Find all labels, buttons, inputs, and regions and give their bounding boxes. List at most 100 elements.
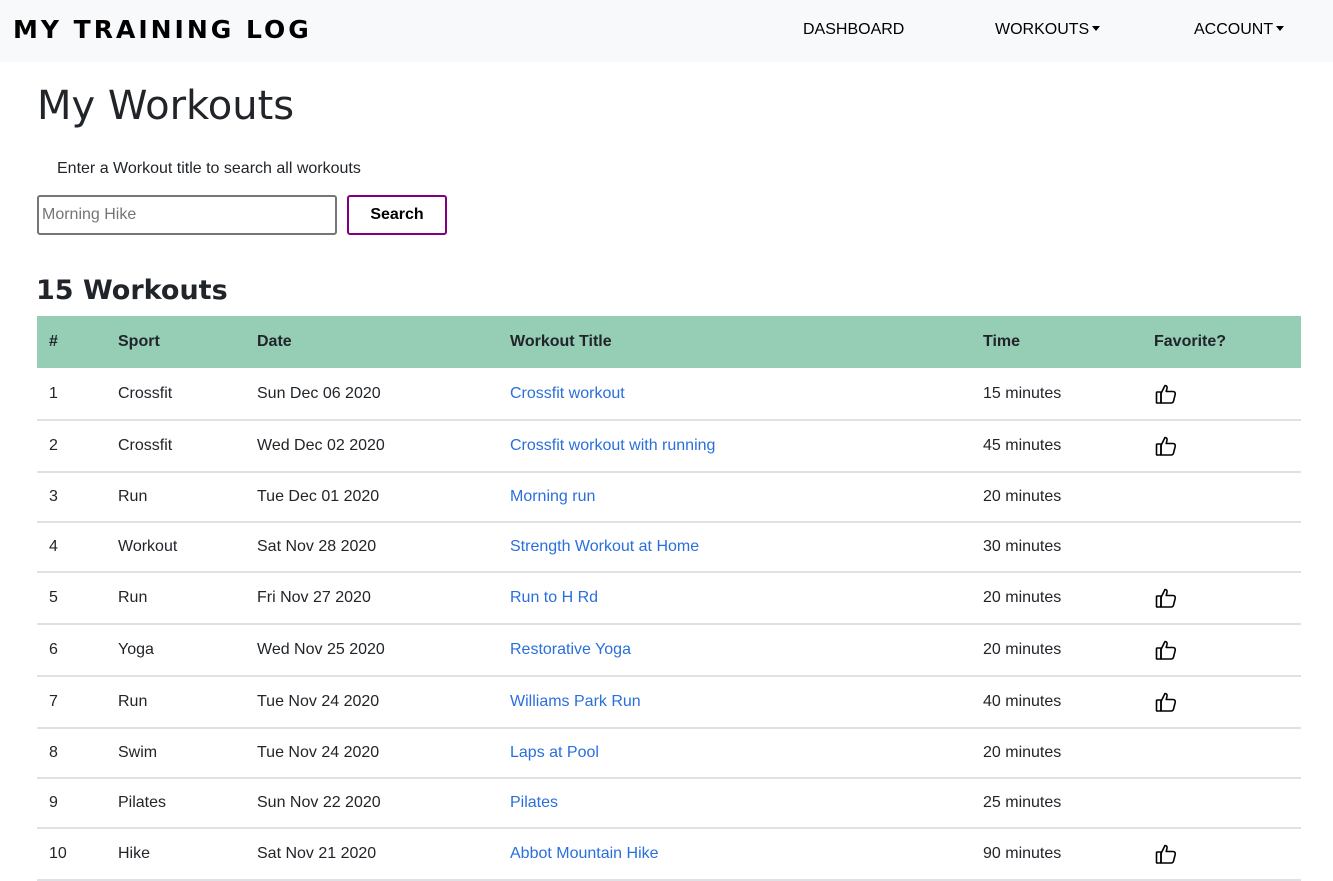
top-navbar: MY TRAINING LOG DASHBOARD WORKOUTS ACCOU… <box>0 0 1333 62</box>
cell-sport: Run <box>106 572 245 625</box>
cell-number: 4 <box>37 522 106 573</box>
cell-title: Pilates <box>498 778 971 829</box>
table-header: # Sport Date Workout Title Time Favorite… <box>37 316 1301 368</box>
thumbs-up-icon[interactable] <box>1154 690 1178 714</box>
workout-title-link[interactable]: Restorative Yoga <box>510 641 631 658</box>
cell-title: Crossfit workout with running <box>498 420 971 473</box>
nav-account-label: ACCOUNT <box>1194 21 1274 38</box>
cell-number: 9 <box>37 778 106 829</box>
cell-sport: Crossfit <box>106 368 245 421</box>
thumbs-up-icon[interactable] <box>1154 586 1178 610</box>
table-row: 8 Swim Tue Nov 24 2020 Laps at Pool 20 minut… <box>37 728 1301 779</box>
cell-favorite <box>1142 472 1301 523</box>
search-button[interactable]: Search <box>347 195 447 235</box>
cell-sport: Hike <box>106 828 245 881</box>
workout-title-link[interactable]: Crossfit workout <box>510 385 625 402</box>
thumbs-up-icon[interactable] <box>1154 382 1178 406</box>
workout-title-link[interactable]: Run to H Rd <box>510 589 598 606</box>
thumbs-up-icon[interactable] <box>1154 638 1178 662</box>
cell-title: Restorative Yoga <box>498 624 971 677</box>
table-row: 6 Yoga Wed Nov 25 2020 Restorative Yoga 20 m… <box>37 624 1301 677</box>
cell-date: Tue Dec 01 2020 <box>245 472 498 523</box>
table-row: 10 Hike Sat Nov 21 2020 Abbot Mountain Hike… <box>37 828 1301 881</box>
column-header-date: Date <box>257 333 292 350</box>
workout-title-link[interactable]: Laps at Pool <box>510 744 599 761</box>
cell-favorite <box>1142 522 1301 573</box>
cell-time: 45 minutes <box>971 420 1142 473</box>
cell-time: 20 minutes <box>971 572 1142 625</box>
cell-time: 20 minutes <box>971 472 1142 523</box>
cell-sport: Swim <box>106 728 245 779</box>
cell-sport: Crossfit <box>106 420 245 473</box>
workout-title-link[interactable]: Abbot Mountain Hike <box>510 845 659 862</box>
cell-title: Strength Workout at Home <box>498 522 971 573</box>
cell-time: 15 minutes <box>971 368 1142 421</box>
cell-favorite <box>1142 368 1301 421</box>
caret-down-icon <box>1092 26 1101 31</box>
table-body: 1 Crossfit Sun Dec 06 2020 Crossfit workout… <box>37 368 1301 881</box>
cell-favorite <box>1142 828 1301 881</box>
cell-sport: Run <box>106 676 245 729</box>
column-header-number: # <box>49 333 58 350</box>
thumbs-up-icon[interactable] <box>1154 842 1178 866</box>
cell-sport: Run <box>106 472 245 523</box>
cell-sport: Pilates <box>106 778 245 829</box>
cell-time: 25 minutes <box>971 778 1142 829</box>
nav-dashboard[interactable]: DASHBOARD <box>803 20 904 40</box>
table-row: 5 Run Fri Nov 27 2020 Run to H Rd 20 minutes <box>37 572 1301 625</box>
cell-favorite <box>1142 778 1301 829</box>
cell-date: Sun Dec 06 2020 <box>245 368 498 421</box>
cell-number: 5 <box>37 572 106 625</box>
table-row: 3 Run Tue Dec 01 2020 Morning run 20 minutes <box>37 472 1301 523</box>
cell-time: 40 minutes <box>971 676 1142 729</box>
workout-title-link[interactable]: Morning run <box>510 488 595 505</box>
column-header-title: Workout Title <box>510 333 612 350</box>
cell-favorite <box>1142 624 1301 677</box>
caret-down-icon <box>1276 26 1285 31</box>
nav-dashboard-label: DASHBOARD <box>803 21 905 38</box>
cell-date: Wed Dec 02 2020 <box>245 420 498 473</box>
table-row: 7 Run Tue Nov 24 2020 Williams Park Run 40 m… <box>37 676 1301 729</box>
cell-time: 20 minutes <box>971 728 1142 779</box>
column-header-time: Time <box>983 333 1021 350</box>
workout-title-link[interactable]: Strength Workout at Home <box>510 538 699 555</box>
cell-number: 3 <box>37 472 106 523</box>
nav-workouts-dropdown[interactable]: WORKOUTS <box>995 20 1101 40</box>
cell-number: 7 <box>37 676 106 729</box>
column-header-sport: Sport <box>118 333 160 350</box>
nav-account-dropdown[interactable]: ACCOUNT <box>1194 20 1285 40</box>
cell-date: Tue Nov 24 2020 <box>245 728 498 779</box>
cell-sport: Workout <box>106 522 245 573</box>
nav-workouts-label: WORKOUTS <box>995 21 1090 38</box>
cell-title: Morning run <box>498 472 971 523</box>
cell-number: 1 <box>37 368 106 421</box>
cell-date: Sat Nov 28 2020 <box>245 522 498 573</box>
cell-date: Sat Nov 21 2020 <box>245 828 498 881</box>
cell-favorite <box>1142 572 1301 625</box>
cell-title: Abbot Mountain Hike <box>498 828 971 881</box>
brand-logo[interactable]: MY TRAINING LOG <box>13 13 312 47</box>
cell-favorite <box>1142 420 1301 473</box>
cell-number: 8 <box>37 728 106 779</box>
search-input[interactable] <box>37 195 337 235</box>
table-row: 1 Crossfit Sun Dec 06 2020 Crossfit workout… <box>37 368 1301 421</box>
workout-title-link[interactable]: Williams Park Run <box>510 693 641 710</box>
cell-title: Crossfit workout <box>498 368 971 421</box>
workouts-table: # Sport Date Workout Title Time Favorite… <box>37 316 1301 881</box>
workout-title-link[interactable]: Pilates <box>510 794 558 811</box>
table-row: 4 Workout Sat Nov 28 2020 Strength Workout … <box>37 522 1301 573</box>
cell-time: 30 minutes <box>971 522 1142 573</box>
cell-number: 10 <box>37 828 106 881</box>
cell-date: Wed Nov 25 2020 <box>245 624 498 677</box>
cell-title: Laps at Pool <box>498 728 971 779</box>
cell-date: Sun Nov 22 2020 <box>245 778 498 829</box>
cell-date: Fri Nov 27 2020 <box>245 572 498 625</box>
workout-title-link[interactable]: Crossfit workout with running <box>510 437 715 454</box>
cell-favorite <box>1142 676 1301 729</box>
cell-number: 2 <box>37 420 106 473</box>
cell-title: Run to H Rd <box>498 572 971 625</box>
thumbs-up-icon[interactable] <box>1154 434 1178 458</box>
cell-sport: Yoga <box>106 624 245 677</box>
cell-time: 20 minutes <box>971 624 1142 677</box>
page-title: My Workouts <box>37 83 295 129</box>
